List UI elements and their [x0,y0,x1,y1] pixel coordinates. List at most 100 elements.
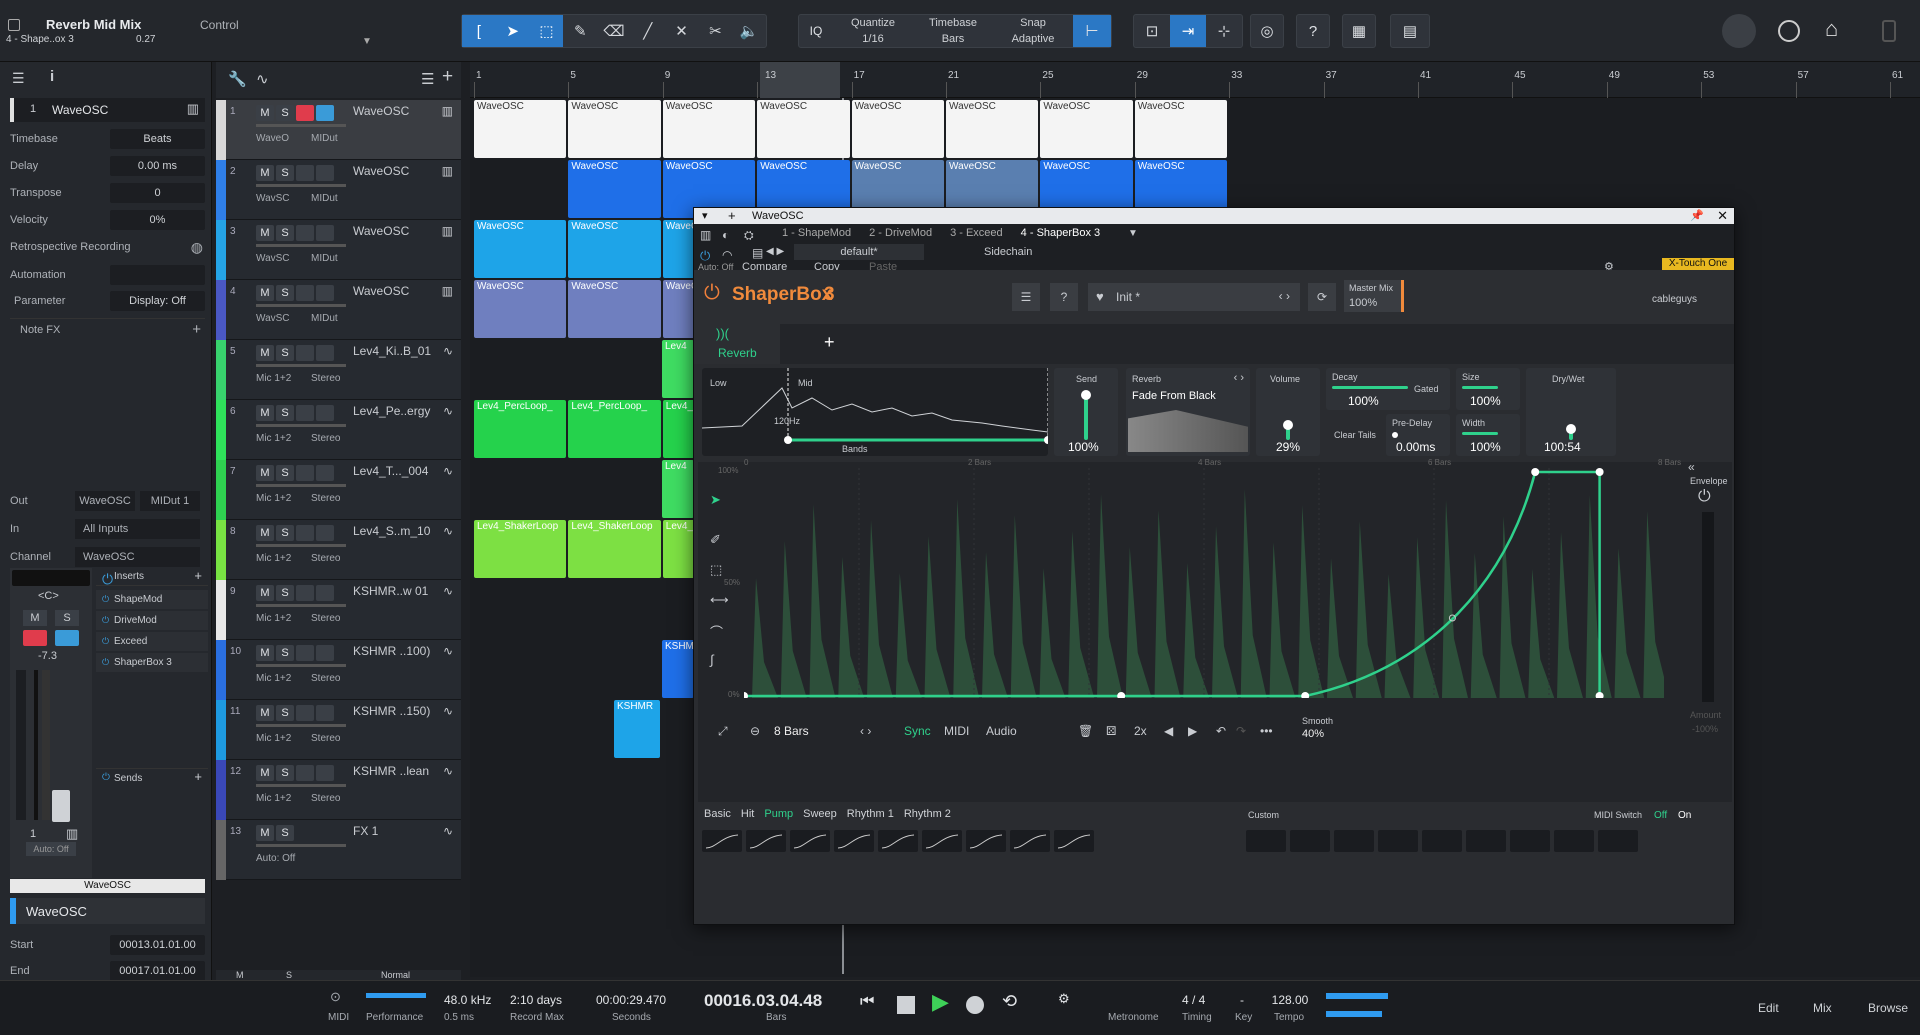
track-row[interactable]: 11 M S KSHMR ..150) ∿ Mic 1+2 Stereo [216,700,461,760]
envelope-graph[interactable] [744,468,1664,698]
track-input[interactable]: WavSC [256,253,290,264]
solo-button[interactable]: S [276,285,294,301]
track-name[interactable]: WaveOSC [353,164,409,178]
speaker-icon[interactable]: 🔈 [732,15,766,47]
row-value[interactable]: Beats [110,129,205,149]
list-icon[interactable]: ☰ [421,70,434,88]
plugin-slot[interactable]: 2 - DriveMod [869,227,932,239]
timeline-ruler[interactable]: 1591317212529333741454953576113 [470,62,1920,98]
solo-button[interactable]: S [276,525,294,541]
bottom-tab[interactable]: Edit [1758,1001,1779,1015]
midi-button[interactable]: MIDI [944,724,969,738]
shape-preset[interactable] [702,830,742,852]
track-volume[interactable] [256,604,346,607]
sync-button[interactable]: Sync [904,724,931,738]
fader-handle[interactable] [52,790,70,822]
mute-button[interactable]: M [256,705,274,721]
automation-row[interactable]: Automation [10,264,205,286]
grid-view-icon[interactable]: ▤ [1390,14,1430,48]
monitor-button[interactable] [316,585,334,601]
track-row[interactable]: 4 M S WaveOSC ▥ WavSC MIDut [216,280,461,340]
reverb-preset[interactable]: Reverb ‹ › Fade From Black [1126,368,1250,456]
width-control[interactable]: Width 100% [1456,414,1520,456]
inspector-row[interactable]: Transpose 0 [10,182,205,204]
solo-button[interactable]: S [276,825,294,841]
track-name[interactable]: WaveOSC [353,224,409,238]
track-name[interactable]: KSHMR ..lean [353,764,429,778]
track-volume[interactable] [256,484,346,487]
plugin-slot[interactable]: 3 - Exceed [950,227,1003,239]
solo-button[interactable]: S [276,345,294,361]
track-volume[interactable] [256,124,346,127]
track-output[interactable]: MIDut [311,193,338,204]
record-arm-button[interactable] [23,630,47,646]
more-icon[interactable]: ••• [1260,724,1273,738]
track-row[interactable]: 12 M S KSHMR ..lean ∿ Mic 1+2 Stereo [216,760,461,820]
track-volume[interactable] [256,724,346,727]
shape-preset[interactable] [966,830,1006,852]
preset-select[interactable]: default* [794,244,924,260]
mute-button[interactable]: M [256,405,274,421]
channel-row[interactable]: Channel WaveOSC [10,546,205,568]
monitor-button[interactable] [55,630,79,646]
insert-slot[interactable]: ⏻ Exceed [96,632,208,651]
record-arm-button[interactable] [296,105,314,121]
track-name[interactable]: Lev4_Pe..ergy [353,404,430,418]
size-control[interactable]: Size 100% [1456,368,1520,410]
custom-shape-slot[interactable] [1246,830,1286,852]
select-icon[interactable]: ⬚ [702,562,736,592]
master-mix[interactable]: Master Mix 100% [1344,280,1404,312]
screenshot-icon[interactable]: ◎ [1250,14,1284,48]
close-icon[interactable]: ✕ [1717,208,1728,224]
inspector-row[interactable]: Timebase Beats [10,128,205,150]
follow-icon[interactable]: ⇥ [1170,15,1206,47]
play-icon[interactable]: ▶ [932,989,949,1015]
clip[interactable]: WaveOSC [1040,100,1133,158]
bracket-icon[interactable]: [ [462,15,496,47]
mute-tool-icon[interactable]: ✕ [665,15,699,47]
track-row[interactable]: 1 M S WaveOSC ▥ WaveO MIDut [216,100,461,160]
row-value[interactable]: 0.00 ms [110,156,205,176]
random-icon[interactable]: ⟳ [1308,283,1336,311]
next-icon[interactable]: ▶ [1188,724,1197,738]
drywet-control[interactable]: Dry/Wet 100:54 [1526,368,1616,456]
record-arm-button[interactable] [296,465,314,481]
pencil-tool-icon[interactable]: ✎ [563,15,597,47]
mute-button[interactable]: M [256,765,274,781]
track-name[interactable]: FX 1 [353,824,378,838]
track-name[interactable]: KSHMR ..100) [353,644,430,658]
amount-slider[interactable] [1702,512,1714,702]
clear-tails-button[interactable]: Clear Tails [1334,430,1376,440]
mute-button[interactable]: M [256,345,274,361]
clip[interactable]: WaveOSC [474,280,567,338]
bottom-tab[interactable]: Mix [1813,1001,1832,1015]
arrow-tool-icon[interactable]: ➤ [495,15,530,47]
undo-icon[interactable]: ↶ [1216,724,1226,738]
track-input[interactable]: WavSC [256,313,290,324]
shape-preset[interactable] [834,830,874,852]
clip[interactable]: WaveOSC [1134,100,1228,158]
mute-button[interactable]: M [256,645,274,661]
help-icon[interactable]: ? [1050,283,1078,311]
power-icon[interactable]: ⏻ [102,653,109,672]
custom-shape-slot[interactable] [1466,830,1506,852]
monitor-button[interactable] [316,765,334,781]
track-volume[interactable] [256,184,346,187]
track-row[interactable]: 10 M S KSHMR ..100) ∿ Mic 1+2 Stereo [216,640,461,700]
tab-reverb[interactable]: ))( Reverb [694,324,780,364]
clip[interactable]: WaveOSC [568,160,661,218]
chevron-icon[interactable]: ‹ › [860,724,871,738]
timebase-box[interactable]: Timebase Bars [913,15,993,47]
solo-button[interactable]: S [276,405,294,421]
record-arm-button[interactable] [296,765,314,781]
band-display[interactable]: Low Mid 120Hz Bands [702,368,1048,456]
solo-button[interactable]: S [276,705,294,721]
multiply-button[interactable]: 2x [1134,724,1147,738]
track-row[interactable]: 8 M S Lev4_S..m_10 ∿ Mic 1+2 Stereo [216,520,461,580]
track-output[interactable]: MIDut [311,253,338,264]
clip[interactable]: WaveOSC [474,100,567,158]
home-icon[interactable]: ⌂ [1825,16,1838,42]
add-track-icon[interactable]: + [442,66,453,88]
custom-shape-slot[interactable] [1554,830,1594,852]
track-input[interactable]: Auto: Off [256,853,295,864]
